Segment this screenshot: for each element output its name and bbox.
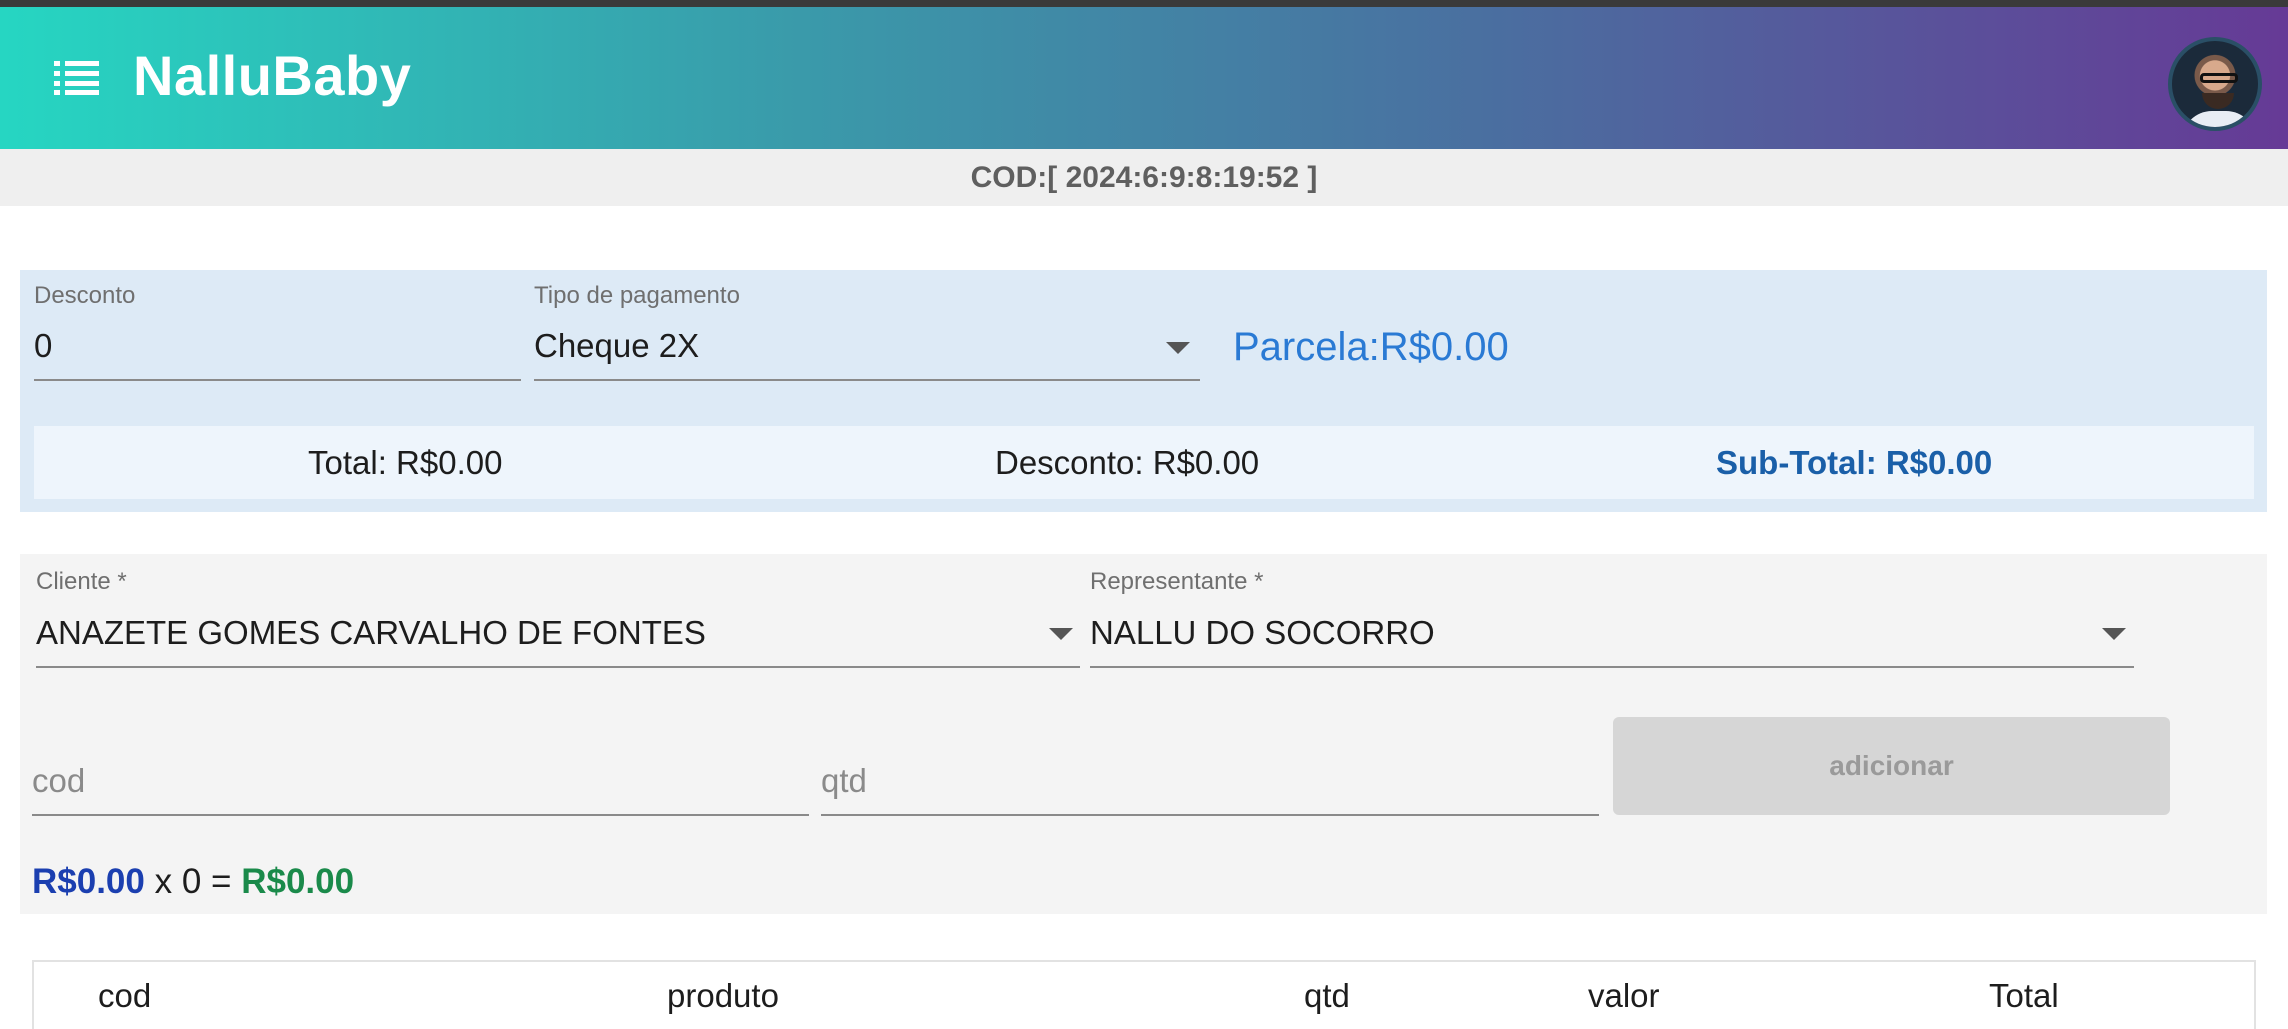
representative-chevron-down-icon[interactable] — [2102, 628, 2126, 640]
payment-type-chevron-down-icon[interactable] — [1166, 342, 1190, 354]
representative-label: Representante * — [1090, 568, 1264, 595]
item-line-total: R$0.00 — [241, 862, 355, 901]
cod-input[interactable]: cod — [32, 762, 85, 800]
payment-type-select[interactable]: Cheque 2X — [534, 327, 699, 365]
installment-value: Parcela:R$0.00 — [1233, 325, 1509, 369]
representative-underline — [1090, 666, 2134, 668]
payment-type-underline — [534, 379, 1200, 381]
add-item-button[interactable]: adicionar — [1613, 717, 2170, 815]
order-code: COD:[ 2024:6:9:8:19:52 ] — [970, 161, 1318, 194]
column-header-valor[interactable]: valor — [1588, 977, 1660, 1015]
client-underline — [36, 666, 1080, 668]
column-header-cod[interactable]: cod — [98, 977, 151, 1015]
client-select[interactable]: ANAZETE GOMES CARVALHO DE FONTES — [36, 614, 706, 652]
item-multiplier: x 0 = — [154, 862, 232, 901]
discount-underline — [34, 379, 521, 381]
item-price: R$0.00 — [32, 862, 145, 901]
representative-select[interactable]: NALLU DO SOCORRO — [1090, 614, 1435, 652]
menu-icon[interactable] — [54, 61, 100, 95]
cod-underline — [32, 814, 809, 816]
client-label: Cliente * — [36, 568, 127, 595]
app-bar: NalluBaby — [0, 7, 2288, 149]
discount-label: Desconto — [34, 282, 136, 309]
top-border — [0, 0, 2288, 7]
item-formula: R$0.00 x 0 = R$0.00 — [32, 862, 354, 902]
user-avatar-icon[interactable] — [2168, 37, 2262, 131]
order-code-bar: COD:[ 2024:6:9:8:19:52 ] — [0, 149, 2288, 206]
discount-input[interactable]: 0 — [34, 327, 52, 365]
totals-bar: Total: R$0.00 Desconto: R$0.00 Sub-Total… — [34, 426, 2254, 499]
column-header-total[interactable]: Total — [1989, 977, 2059, 1015]
discount-total-value: Desconto: R$0.00 — [995, 444, 1260, 481]
client-chevron-down-icon[interactable] — [1049, 628, 1073, 640]
column-header-qtd[interactable]: qtd — [1304, 977, 1350, 1015]
column-header-produto[interactable]: produto — [667, 977, 779, 1015]
items-table-header: cod produto qtd valor Total — [32, 960, 2256, 1029]
payment-type-label: Tipo de pagamento — [534, 282, 740, 309]
app-title: NalluBaby — [133, 44, 412, 107]
total-value: Total: R$0.00 — [308, 444, 503, 481]
qtd-input[interactable]: qtd — [821, 762, 867, 800]
qtd-underline — [821, 814, 1599, 816]
subtotal-value: Sub-Total: R$0.00 — [1716, 444, 1993, 481]
